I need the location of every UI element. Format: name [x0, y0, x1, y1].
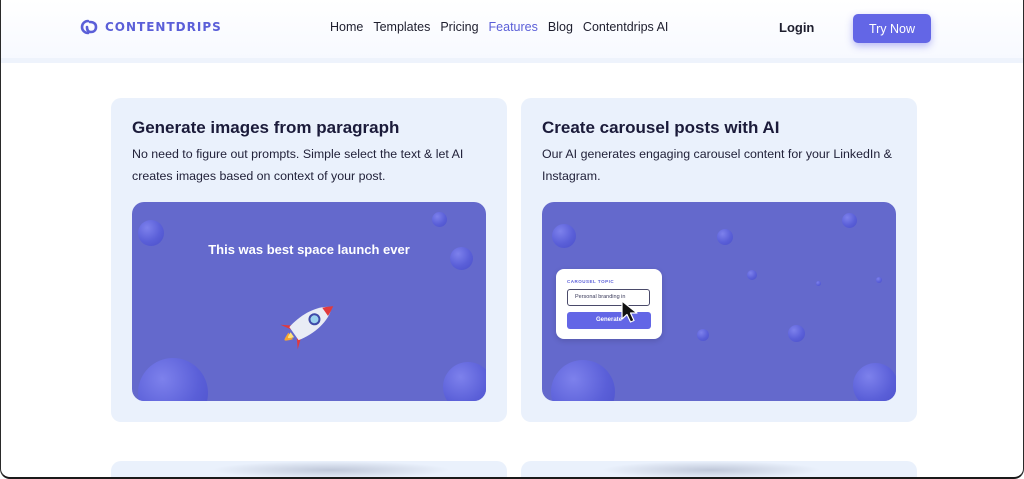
card-title: Generate images from paragraph: [132, 118, 400, 137]
planet-decoration: [551, 360, 615, 401]
nav-contentdrips-ai[interactable]: Contentdrips AI: [583, 20, 668, 34]
planet-decoration: [816, 281, 821, 286]
form-label: CAROUSEL TOPIC: [567, 279, 615, 284]
feature-card-next: [521, 461, 917, 479]
planet-decoration: [443, 362, 486, 401]
planet-decoration: [853, 363, 896, 401]
nav-templates[interactable]: Templates: [373, 20, 430, 34]
planet-decoration: [717, 229, 733, 245]
feature-card-paragraph-images: Generate images from paragraph No need t…: [111, 98, 507, 422]
header-divider: [0, 58, 1024, 63]
brand-logo[interactable]: CONTENTDRIPS: [79, 17, 222, 37]
rocket-icon: [280, 306, 334, 350]
illustration-caption: This was best space launch ever: [208, 242, 410, 257]
nav-pricing[interactable]: Pricing: [440, 20, 478, 34]
planet-decoration: [876, 277, 882, 283]
login-link[interactable]: Login: [779, 20, 814, 35]
main-nav: Home Templates Pricing Features Blog Con…: [330, 20, 678, 34]
planet-decoration: [697, 329, 709, 341]
nav-home[interactable]: Home: [330, 20, 363, 34]
feature-card-carousel-posts: Create carousel posts with AI Our AI gen…: [521, 98, 917, 422]
site-header: CONTENTDRIPS Home Templates Pricing Feat…: [0, 0, 1024, 58]
feature-illustration: This was best space launch ever: [132, 202, 486, 401]
planet-decoration: [138, 358, 208, 401]
carousel-topic-form: CAROUSEL TOPIC Personal branding in Gene…: [556, 269, 662, 339]
card-preview-shadow: [211, 461, 451, 479]
planet-decoration: [842, 213, 857, 228]
card-description: Our AI generates engaging carousel conte…: [542, 147, 892, 183]
card-title: Create carousel posts with AI: [542, 118, 780, 137]
card-description: No need to figure out prompts. Simple se…: [132, 147, 464, 183]
planet-decoration: [552, 224, 576, 248]
brand-name: CONTENTDRIPS: [105, 20, 222, 34]
mouse-pointer-icon: [621, 300, 638, 323]
planet-decoration: [432, 212, 447, 227]
contentdrips-logo-icon: [80, 19, 98, 35]
planet-decoration: [788, 325, 805, 342]
planet-decoration: [747, 270, 757, 280]
card-preview-shadow: [601, 461, 821, 479]
feature-illustration: CAROUSEL TOPIC Personal branding in Gene…: [542, 202, 896, 401]
feature-card-next: [111, 461, 507, 479]
nav-features[interactable]: Features: [489, 20, 538, 34]
try-now-button[interactable]: Try Now: [853, 14, 931, 43]
nav-blog[interactable]: Blog: [548, 20, 573, 34]
